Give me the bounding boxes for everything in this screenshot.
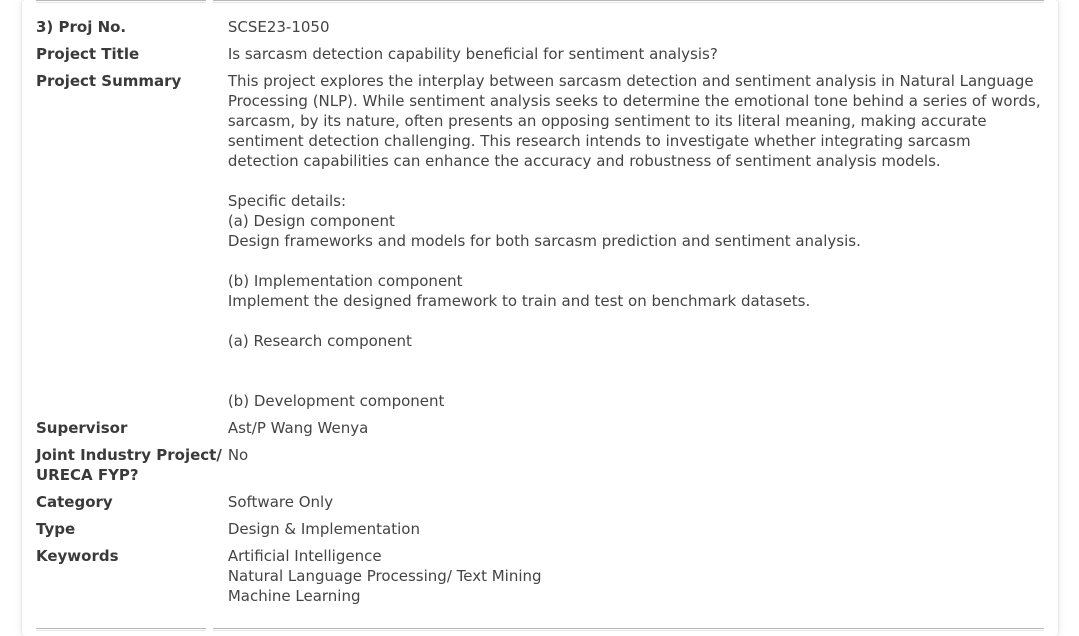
row-supervisor: Supervisor Ast/P Wang Wenya xyxy=(33,418,1042,445)
keyword-item: Artificial Intelligence xyxy=(227,547,382,565)
keyword-item: Machine Learning xyxy=(227,587,361,605)
supervisor-value: Ast/P Wang Wenya xyxy=(227,419,369,437)
research-component-heading: (a) Research component xyxy=(227,332,412,350)
keywords-label: Keywords xyxy=(36,547,119,565)
row-project-summary: Project Summary This project explores th… xyxy=(33,71,1042,418)
project-summary-value: This project explores the interplay betw… xyxy=(225,71,1042,418)
proj-no-value: SCSE23-1050 xyxy=(227,18,330,36)
category-label: Category xyxy=(36,493,113,511)
specific-details-heading: Specific details: xyxy=(227,192,347,210)
row-type: Type Design & Implementation xyxy=(33,519,1042,546)
bottom-divider-right xyxy=(213,628,1044,631)
project-title-label: Project Title xyxy=(36,45,140,63)
row-category: Category Software Only xyxy=(33,492,1042,519)
summary-intro: This project explores the interplay betw… xyxy=(227,72,1041,170)
joint-industry-label-line1: Joint Industry Project/ xyxy=(36,446,222,464)
project-summary-label: Project Summary xyxy=(36,72,182,90)
top-divider-right xyxy=(213,0,1044,3)
design-component-heading: (a) Design component xyxy=(227,212,395,230)
joint-industry-label-line2: URECA FYP? xyxy=(36,466,139,484)
proj-no-label: 3) Proj No. xyxy=(36,18,127,36)
row-joint-industry: Joint Industry Project/ URECA FYP? No xyxy=(33,445,1042,492)
design-component-text: Design frameworks and models for both sa… xyxy=(227,232,861,250)
top-divider-left xyxy=(36,0,206,3)
joint-industry-label: Joint Industry Project/ URECA FYP? xyxy=(33,445,225,492)
row-proj-no: 3) Proj No. SCSE23-1050 xyxy=(33,17,1042,44)
project-title-value: Is sarcasm detection capability benefici… xyxy=(227,45,718,63)
project-details-card: 3) Proj No. SCSE23-1050 Project Title Is… xyxy=(22,0,1058,636)
type-value: Design & Implementation xyxy=(227,520,420,538)
implementation-component-text: Implement the designed framework to trai… xyxy=(227,292,811,310)
project-details-table: 3) Proj No. SCSE23-1050 Project Title Is… xyxy=(33,17,1042,613)
category-value: Software Only xyxy=(227,493,334,511)
row-keywords: Keywords Artificial Intelligence Natural… xyxy=(33,546,1042,613)
implementation-component-heading: (b) Implementation component xyxy=(227,272,463,290)
development-component-heading: (b) Development component xyxy=(227,392,445,410)
joint-industry-value: No xyxy=(227,446,249,464)
type-label: Type xyxy=(36,520,76,538)
supervisor-label: Supervisor xyxy=(36,419,128,437)
row-project-title: Project Title Is sarcasm detection capab… xyxy=(33,44,1042,71)
keyword-item: Natural Language Processing/ Text Mining xyxy=(227,567,542,585)
bottom-divider-left xyxy=(36,628,206,631)
keywords-value: Artificial Intelligence Natural Language… xyxy=(225,546,1042,613)
